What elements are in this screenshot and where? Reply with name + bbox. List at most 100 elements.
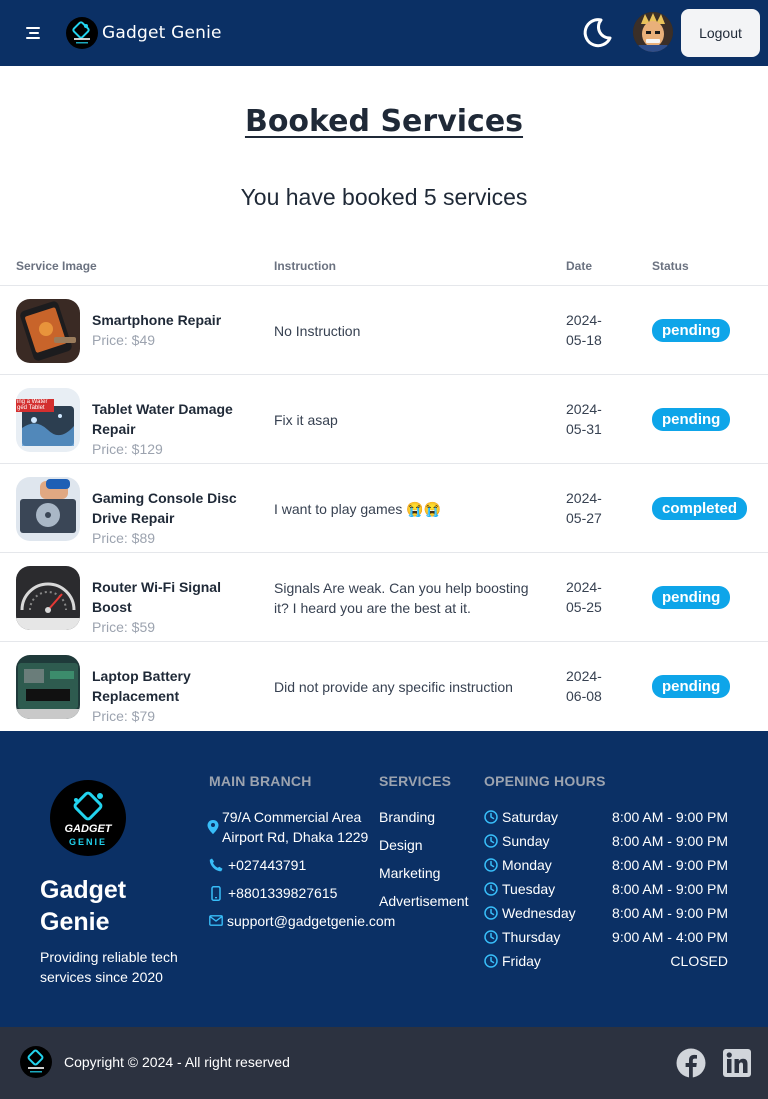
clock-icon [484, 834, 498, 848]
instruction-text: I want to play games 😭😭 [274, 500, 442, 517]
status-badge: pending [652, 586, 731, 609]
clock-icon [484, 882, 498, 896]
facebook-icon[interactable] [676, 1048, 706, 1078]
branch-address: 79/A Commercial Area Airport Rd, Dhaka 12… [222, 809, 369, 845]
hours-time: 8:00 AM - 9:00 PM [612, 881, 728, 897]
status-badge: pending [652, 675, 731, 698]
instruction-text: Fix it asap [274, 411, 338, 428]
table-row: ing a Water ged Tablet Tablet Water Dama… [0, 375, 768, 464]
services-link-design[interactable]: Design [379, 835, 423, 855]
brand-logo-icon [66, 17, 98, 49]
service-image [16, 655, 80, 719]
column-header-date: Date [566, 259, 593, 273]
service-image: ing a Water ged Tablet [16, 388, 80, 452]
copyright-logo-icon [20, 1046, 52, 1078]
booking-date: 2024- 05-31 [566, 401, 602, 437]
footer-brand: Gadget Genie [40, 876, 127, 936]
hours-time: 8:00 AM - 9:00 PM [612, 833, 728, 849]
hours-day: Tuesday [502, 881, 556, 897]
navbar: Gadget Genie Logout [0, 0, 768, 66]
hours-row-saturday: Saturday 8:00 AM - 9:00 PM [484, 807, 728, 827]
booking-date: 2024- 05-18 [566, 312, 602, 348]
hours-heading: OPENING HOURS [484, 773, 606, 789]
status-badge: pending [652, 408, 731, 431]
booking-date: 2024- 06-08 [566, 668, 602, 704]
services-link-branding[interactable]: Branding [379, 807, 435, 827]
service-name: Tablet Water Damage Repair Price: $129 [92, 399, 242, 459]
services-heading: SERVICES [379, 773, 452, 789]
services-link-advertisement[interactable]: Advertisement [379, 891, 468, 911]
hours-row-tuesday: Tuesday 8:00 AM - 9:00 PM [484, 879, 728, 899]
moon-icon[interactable] [580, 16, 614, 50]
clock-icon [484, 858, 498, 872]
brand-link[interactable]: Gadget Genie [66, 16, 222, 50]
service-name: Smartphone Repair Price: $49 [92, 310, 242, 350]
service-price: Price: $59 [92, 619, 156, 635]
booking-date: 2024- 05-27 [566, 490, 602, 526]
booking-count: You have booked 5 services [240, 184, 528, 210]
hours-day: Thursday [502, 929, 561, 945]
instruction-text: Did not provide any specific instruction [274, 678, 513, 695]
table-row: Smartphone Repair Price: $49 No Instruct… [0, 286, 768, 375]
services-link-marketing[interactable]: Marketing [379, 863, 440, 883]
brand-name: Gadget Genie [102, 23, 222, 43]
user-avatar[interactable] [633, 12, 673, 52]
clock-icon [484, 906, 498, 920]
booking-date: 2024- 05-25 [566, 579, 602, 615]
status-badge: completed [652, 497, 748, 520]
phone-icon [209, 858, 223, 872]
service-name: Router Wi-Fi Signal Boost Price: $59 [92, 577, 242, 637]
menu-icon[interactable] [26, 25, 44, 41]
hours-time: CLOSED [670, 953, 728, 969]
hours-row-wednesday: Wednesday 8:00 AM - 9:00 PM [484, 903, 728, 923]
logout-button[interactable]: Logout [681, 9, 760, 57]
location-icon [207, 820, 219, 834]
branch-heading: MAIN BRANCH [209, 773, 312, 789]
column-header-status: Status [652, 259, 689, 273]
hours-time: 8:00 AM - 9:00 PM [612, 809, 728, 825]
service-image [16, 299, 80, 363]
hours-row-thursday: Thursday 9:00 AM - 4:00 PM [484, 927, 728, 947]
hours-time: 8:00 AM - 9:00 PM [612, 857, 728, 873]
service-name: Gaming Console Disc Drive Repair Price: … [92, 488, 242, 548]
column-header-image: Service Image [16, 259, 97, 273]
service-image [16, 566, 80, 630]
clock-icon [484, 930, 498, 944]
service-price: Price: $49 [92, 332, 156, 348]
logo-text-bottom: GENIE [68, 837, 107, 847]
hours-day: Wednesday [502, 905, 576, 921]
branch-mobile[interactable]: +8801339827615 [228, 883, 337, 903]
service-price: Price: $129 [92, 441, 163, 457]
logo-text-top: GADGET [64, 823, 112, 835]
footer-bottom-bar: Copyright © 2024 - All right reserved [0, 1027, 768, 1099]
footer-tagline: Providing reliable tech services since 2… [40, 949, 178, 985]
hours-row-friday: Friday CLOSED [484, 951, 728, 971]
hours-row-sunday: Sunday 8:00 AM - 9:00 PM [484, 831, 728, 851]
hours-day: Monday [502, 857, 552, 873]
hours-time: 9:00 AM - 4:00 PM [612, 929, 728, 945]
hours-day: Sunday [502, 833, 550, 849]
instruction-text: No Instruction [274, 322, 361, 339]
footer-logo-icon: GADGET GENIE [50, 780, 126, 856]
table-row: Laptop Battery Replacement Price: $79 Di… [0, 642, 768, 731]
mobile-icon [211, 886, 221, 901]
column-header-instruction: Instruction [274, 259, 336, 273]
table-header: Service Image Instruction Date Status [0, 248, 768, 286]
status-badge: pending [652, 319, 731, 342]
table-row: Router Wi-Fi Signal Boost Price: $59 Sig… [0, 553, 768, 642]
branch-phone[interactable]: +027443791 [228, 855, 306, 875]
linkedin-icon[interactable] [722, 1048, 752, 1078]
clock-icon [484, 954, 498, 968]
email-icon [209, 915, 223, 926]
hours-day: Saturday [502, 809, 559, 825]
hours-row-monday: Monday 8:00 AM - 9:00 PM [484, 855, 728, 875]
branch-email[interactable]: support@gadgetgenie.com [227, 911, 395, 931]
footer: GADGET GENIE Gadget Genie Providing reli… [0, 731, 768, 1027]
service-image [16, 477, 80, 541]
copyright-text: Copyright © 2024 - All right reserved [64, 1054, 290, 1070]
table-row: Gaming Console Disc Drive Repair Price: … [0, 464, 768, 553]
bookings-table: Smartphone Repair Price: $49 No Instruct… [0, 286, 768, 731]
page-title: Booked Services [244, 104, 524, 139]
thumb-overlay-text: ing a Water ged Tablet [17, 399, 48, 411]
service-price: Price: $79 [92, 708, 156, 724]
